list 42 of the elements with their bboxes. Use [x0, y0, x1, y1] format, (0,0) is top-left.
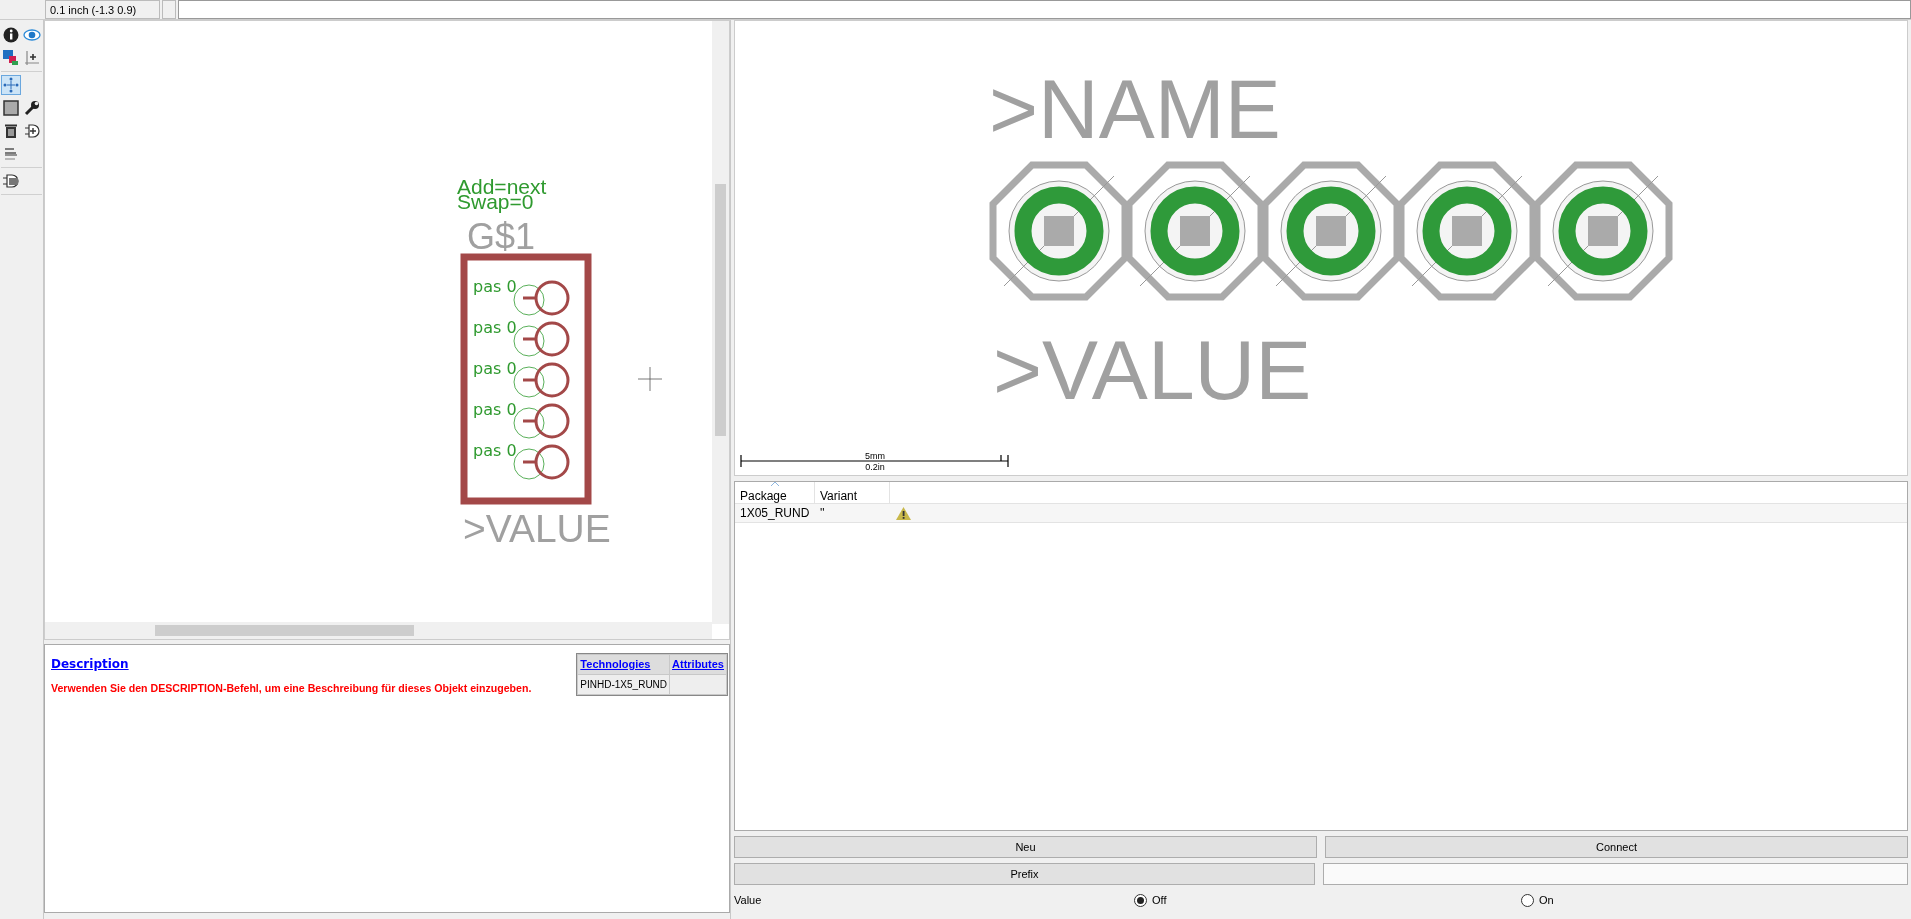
move-icon[interactable]: [1, 75, 21, 95]
pin-label: pas 0: [473, 359, 517, 378]
layers-icon[interactable]: [1, 48, 21, 68]
crosshair-cursor: [637, 366, 663, 392]
value-label: >VALUE: [463, 507, 611, 550]
value-label: Value: [734, 892, 763, 908]
table-cell-text: '': [819, 505, 826, 522]
column-header[interactable]: Package: [735, 482, 815, 503]
square-icon[interactable]: [1, 98, 21, 118]
pin-label: pas 0: [473, 441, 517, 460]
wrench-icon[interactable]: [22, 98, 42, 118]
pin-label: pas 0: [473, 400, 517, 419]
command-field[interactable]: [178, 0, 1911, 19]
table-cell: PINHD-1X5_RUND: [578, 674, 670, 694]
gate-icon[interactable]: [1, 171, 21, 191]
prefix-button[interactable]: Prefix: [734, 863, 1315, 885]
scale-label: 0.2in: [865, 462, 885, 472]
pin-label: pas 0: [473, 277, 517, 296]
column-link[interactable]: Attributes: [670, 655, 726, 674]
mark-icon[interactable]: [22, 48, 42, 68]
package-name-label: >NAME: [989, 62, 1281, 156]
gate-name: G$1: [467, 216, 536, 257]
vertical-scrollbar[interactable]: [712, 21, 729, 624]
scale-label: 5mm: [865, 451, 885, 461]
column-header[interactable]: Variant: [815, 482, 890, 503]
status-field: [162, 0, 176, 19]
new-button[interactable]: Neu: [734, 836, 1317, 858]
radio-option[interactable]: Off: [1134, 891, 1521, 909]
column-link[interactable]: Technologies: [578, 655, 670, 674]
coordinate-display: 0.1 inch (-1.3 0.9): [45, 0, 160, 19]
description-link[interactable]: Description: [51, 655, 129, 673]
info-icon[interactable]: [1, 25, 21, 45]
radio-option[interactable]: On: [1521, 891, 1908, 909]
pin-label: pas 0: [473, 318, 517, 337]
prefix-field[interactable]: [1323, 863, 1908, 885]
description-hint: Verwenden Sie den DESCRIPTION-Befehl, um eine Beschreibung für dieses Objekt einzugeben.: [51, 681, 532, 696]
horizontal-scrollbar[interactable]: [45, 622, 712, 639]
connect-button[interactable]: Connect: [1325, 836, 1908, 858]
plug-icon[interactable]: [22, 121, 42, 141]
table-cell: [670, 674, 726, 694]
table-cell-text: 1X05_RUND: [739, 505, 811, 522]
package-value-label: >VALUE: [993, 323, 1312, 417]
